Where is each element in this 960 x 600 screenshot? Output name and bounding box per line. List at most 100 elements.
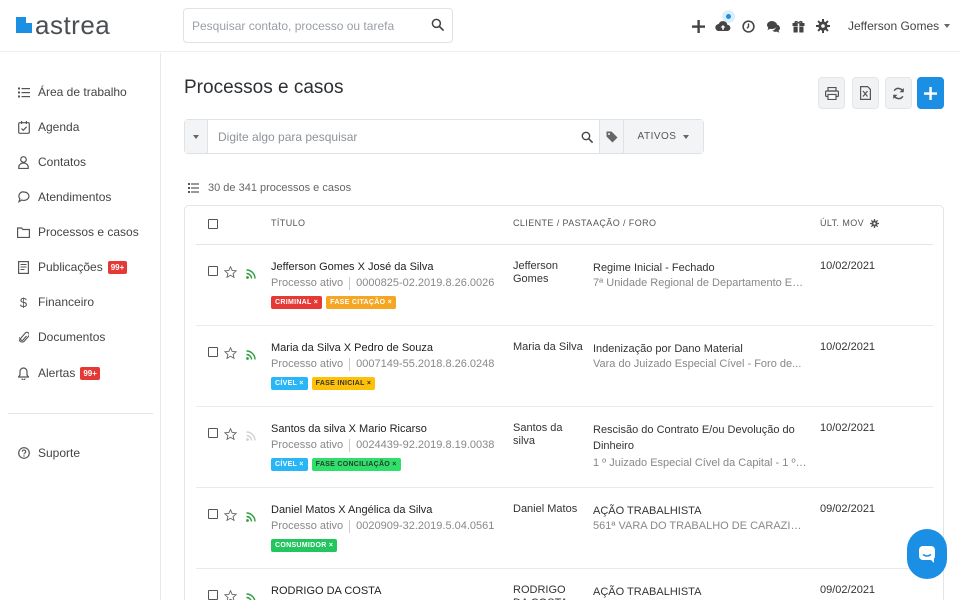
- dollar-icon: $: [19, 294, 28, 310]
- paperclip-icon: [17, 331, 30, 344]
- column-header-title[interactable]: TÍTULO: [271, 218, 305, 228]
- star-icon[interactable]: [223, 346, 238, 364]
- list-view-icon[interactable]: [188, 183, 199, 193]
- sidebar-item-atendimentos[interactable]: Atendimentos: [17, 187, 111, 207]
- tag-filter-button[interactable]: [599, 120, 623, 153]
- client-name[interactable]: Maria da Silva: [513, 341, 583, 354]
- process-status: Processo ativo: [271, 358, 344, 370]
- rss-feed-icon[interactable]: [246, 428, 256, 446]
- separator: [349, 277, 351, 290]
- sidebar-item-area-de-trabalho[interactable]: Área de trabalho: [17, 82, 127, 102]
- row-checkbox[interactable]: [208, 590, 218, 600]
- row-checkbox[interactable]: [208, 266, 218, 276]
- rss-feed-icon[interactable]: [246, 266, 256, 284]
- help-circle-icon: [17, 447, 30, 460]
- filter-dropdown-toggle[interactable]: [185, 120, 208, 153]
- client-name[interactable]: Santos da silva: [513, 422, 583, 448]
- sidebar-item-processos[interactable]: Processos e casos: [17, 222, 139, 242]
- process-tag[interactable]: FASE CITAÇÃO ×: [326, 296, 396, 309]
- star-icon[interactable]: [223, 265, 238, 283]
- process-tag[interactable]: FASE CONCILIAÇÃO ×: [311, 458, 401, 471]
- refresh-icon: [893, 87, 904, 99]
- rss-feed-icon[interactable]: [246, 590, 256, 600]
- process-tag[interactable]: FASE INICIAL ×: [311, 377, 376, 390]
- row-checkbox[interactable]: [208, 428, 218, 438]
- chat-bubble-icon: [919, 546, 935, 563]
- tag-list: CÍVEL × FASE CONCILIAÇÃO ×: [271, 458, 405, 471]
- row-checkbox[interactable]: [208, 509, 218, 519]
- sidebar-item-contatos[interactable]: Contatos: [17, 152, 86, 172]
- person-icon: [17, 155, 30, 169]
- process-tag[interactable]: CÍVEL ×: [271, 377, 308, 390]
- refresh-button[interactable]: [885, 77, 912, 109]
- process-number: 0020909-32.2019.5.04.0561: [356, 520, 495, 532]
- print-button[interactable]: [818, 77, 845, 109]
- user-menu[interactable]: Jefferson Gomes: [848, 19, 951, 33]
- row-divider: [196, 406, 933, 407]
- sort-gear-icon[interactable]: [870, 218, 880, 228]
- brand-logo[interactable]: astrea: [16, 12, 110, 38]
- process-tag[interactable]: CRIMINAL ×: [271, 296, 323, 309]
- sidebar-item-documentos[interactable]: Documentos: [17, 327, 105, 347]
- row-checkbox[interactable]: [208, 347, 218, 357]
- sidebar-item-publicacoes[interactable]: Publicações 99+: [17, 257, 128, 277]
- export-excel-button[interactable]: [852, 77, 879, 109]
- excel-file-icon: [860, 86, 871, 100]
- clock-icon[interactable]: [738, 16, 758, 36]
- status-filter-select[interactable]: ATIVOS: [623, 120, 703, 153]
- sidebar-divider: [8, 413, 153, 414]
- column-header-acao[interactable]: AÇÃO / FORO: [593, 218, 656, 228]
- tag-list: CÍVEL × FASE INICIAL ×: [271, 377, 379, 390]
- column-header-date-label: ÚLT. MOV: [820, 218, 865, 228]
- last-movement-date: 10/02/2021: [820, 260, 876, 272]
- row-divider: [196, 487, 933, 488]
- process-number: 0000825-02.2019.8.26.0026: [356, 277, 495, 289]
- client-name[interactable]: Jefferson Gomes: [513, 260, 583, 286]
- row-divider: [196, 325, 933, 326]
- column-header-client[interactable]: CLIENTE / PASTA: [513, 218, 593, 228]
- chat-launcher-button[interactable]: [907, 529, 947, 579]
- star-icon[interactable]: [223, 427, 238, 445]
- top-actions: [688, 14, 838, 36]
- acao-text: Regime Inicial - Fechado: [593, 262, 715, 274]
- gear-icon[interactable]: [813, 16, 833, 36]
- sidebar-item-financeiro[interactable]: $ Financeiro: [17, 292, 94, 312]
- process-title[interactable]: RODRIGO DA COSTA: [271, 585, 381, 597]
- sidebar-item-agenda[interactable]: Agenda: [17, 117, 79, 137]
- search-icon[interactable]: [431, 18, 444, 31]
- count-badge: 99+: [107, 260, 128, 274]
- process-tag[interactable]: CONSUMIDOR ×: [271, 539, 338, 552]
- star-icon[interactable]: [223, 508, 238, 526]
- foro-text: 7ª Unidade Regional de Departamento Esta…: [593, 277, 808, 289]
- acao-text: AÇÃO TRABALHISTA: [593, 586, 702, 598]
- rss-feed-icon[interactable]: [246, 347, 256, 365]
- sidebar-item-label: Alertas: [38, 366, 76, 380]
- plus-icon[interactable]: [688, 16, 708, 36]
- rss-feed-icon[interactable]: [246, 509, 256, 527]
- notification-dot: [726, 14, 731, 19]
- global-search-input[interactable]: [184, 9, 414, 42]
- chat-icon[interactable]: [763, 16, 783, 36]
- tag-icon: [606, 131, 617, 142]
- process-tag[interactable]: CÍVEL ×: [271, 458, 308, 471]
- client-name[interactable]: RODRIGO DA COSTA: [513, 584, 583, 600]
- process-title[interactable]: Daniel Matos X Angélica da Silva: [271, 504, 432, 516]
- process-title[interactable]: Maria da Silva X Pedro de Souza: [271, 342, 433, 354]
- sidebar-item-suporte[interactable]: Suporte: [17, 443, 80, 463]
- process-search-input[interactable]: [208, 120, 574, 153]
- add-process-button[interactable]: [917, 77, 944, 109]
- page-title: Processos e casos: [184, 77, 344, 98]
- client-name[interactable]: Daniel Matos: [513, 503, 583, 516]
- gift-icon[interactable]: [788, 16, 808, 36]
- process-title[interactable]: Santos da silva X Mario Ricarso: [271, 423, 427, 435]
- search-icon[interactable]: [574, 120, 599, 153]
- chevron-down-icon: [193, 134, 199, 139]
- process-status: Processo ativo: [271, 277, 344, 289]
- select-all-checkbox[interactable]: [208, 219, 218, 229]
- cloud-upload-icon[interactable]: [713, 14, 733, 36]
- process-title[interactable]: Jefferson Gomes X José da Silva: [271, 261, 433, 273]
- sidebar-item-alertas[interactable]: Alertas 99+: [17, 363, 100, 383]
- column-header-date[interactable]: ÚLT. MOV: [820, 218, 880, 228]
- star-icon[interactable]: [223, 589, 238, 600]
- foro-text: 561ª VARA DO TRABALHO DE CARAZINHO: [593, 520, 808, 532]
